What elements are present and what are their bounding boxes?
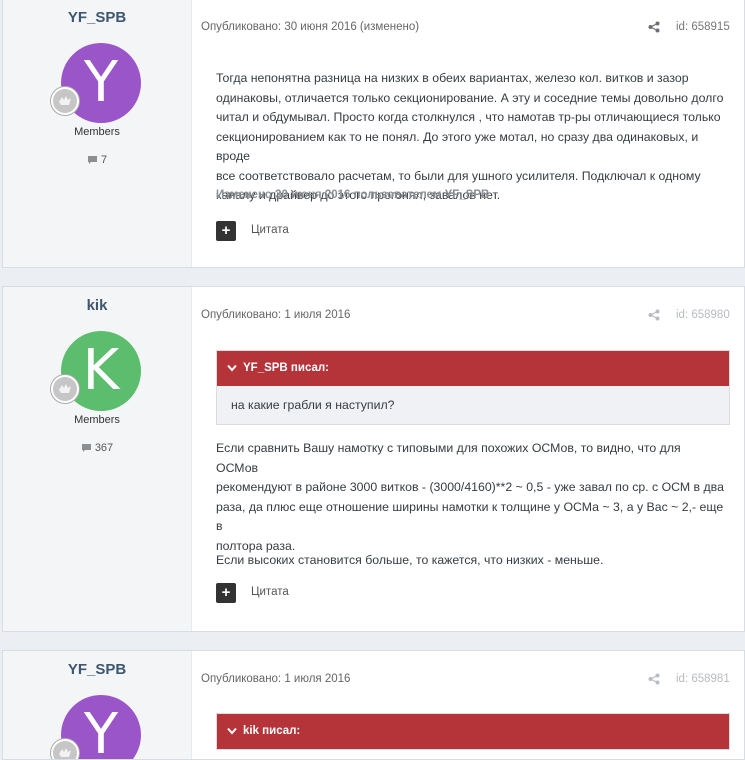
comment-icon [87, 156, 97, 164]
author-panel: YF_SPB Y [3, 651, 192, 759]
edited-note: Изменено 30 июня 2016 пользователем YF_S… [216, 189, 490, 201]
member-group: Members [74, 414, 120, 426]
post-body: Тогда непонятна разница на низких в обеи… [216, 69, 726, 206]
post-date: Опубликовано: 1 июля 2016 [201, 309, 351, 321]
post-id-link[interactable]: id: 658915 [676, 21, 730, 33]
multiquote-add-button[interactable]: + [216, 583, 236, 603]
quote-author: YF_SPB писал: [243, 362, 330, 374]
quote-author: kik писал: [243, 725, 301, 737]
post-body-line: Если высоких становится больше, то кажет… [216, 553, 604, 567]
author-name[interactable]: YF_SPB [3, 9, 191, 26]
quote-block: YF_SPB писал: на какие грабли я наступил… [216, 350, 730, 425]
post: YF_SPB Y Опубликовано: 1 июля 2016 id: 6… [2, 650, 745, 760]
multiquote-add-button[interactable]: + [216, 221, 236, 241]
member-group: Members [74, 126, 120, 138]
quote-header[interactable]: YF_SPB писал: [217, 351, 729, 386]
chevron-down-icon [227, 364, 237, 372]
share-icon[interactable] [648, 309, 660, 321]
post-id-link[interactable]: id: 658980 [676, 309, 730, 321]
post-date: Опубликовано: 30 июня 2016 (изменено) [201, 21, 420, 33]
post-count-value: 367 [94, 442, 114, 454]
post-count-value: 7 [100, 154, 108, 166]
quote-button[interactable]: Цитата [251, 224, 289, 236]
comment-icon [81, 444, 91, 452]
body-line: Тогда непонятна разница на низких в обеи… [216, 71, 689, 85]
share-icon[interactable] [648, 21, 660, 33]
quote-header[interactable]: kik писал: [217, 714, 729, 749]
rank-badge-icon [51, 87, 79, 115]
body-line: Если сравнить Вашу намотку с типовыми дл… [216, 441, 681, 475]
post-body: Если сравнить Вашу намотку с типовыми дл… [216, 439, 726, 556]
body-line: раза, да плюс еще отношение ширины намот… [216, 499, 724, 534]
quote-text: на какие грабли я наступил? [217, 386, 729, 424]
body-line: читал и обдумывал. Просто когда столкнул… [216, 110, 721, 124]
post-count: 7 [3, 154, 191, 166]
chevron-down-icon [227, 727, 237, 735]
quote-button[interactable]: Цитата [251, 586, 289, 598]
post-date: Опубликовано: 1 июля 2016 [201, 673, 351, 685]
author-name[interactable]: kik [3, 297, 191, 314]
post: YF_SPB Y Members 7 Опубликовано: 30 июня… [2, 0, 745, 268]
post-id-link[interactable]: id: 658981 [676, 673, 730, 685]
body-line: рекомендуют в районе 3000 витков - (3000… [216, 480, 724, 494]
body-line: все соответствовало расчетам, то были дл… [216, 168, 701, 183]
author-panel: YF_SPB Y Members 7 [3, 0, 192, 267]
body-line: секционированием как то не понял. До это… [216, 129, 699, 164]
rank-badge-icon [51, 375, 79, 403]
share-icon[interactable] [648, 673, 660, 685]
post-count: 367 [3, 442, 191, 454]
author-panel: kik K Members 367 [3, 287, 192, 631]
post: kik K Members 367 Опубликовано: 1 июля 2… [2, 286, 745, 632]
quote-block: kik писал: [216, 713, 730, 750]
author-name[interactable]: YF_SPB [3, 661, 191, 678]
body-line: одинаковы, отличается только секциониров… [216, 90, 724, 105]
